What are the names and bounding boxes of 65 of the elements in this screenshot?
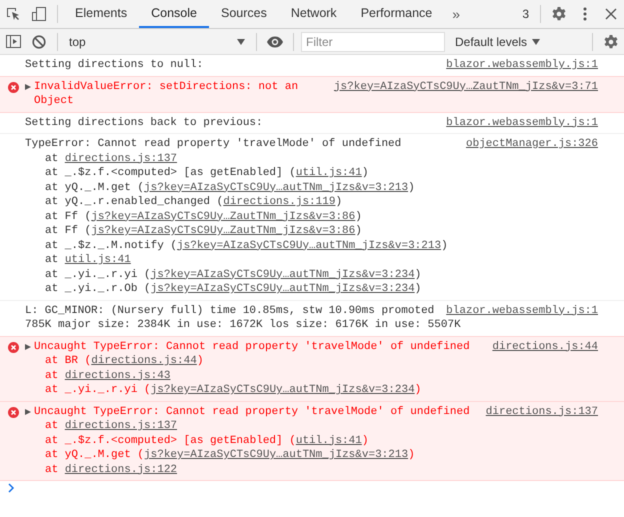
stack-line: at _.$z._.M.notify (js?key=AIzaSyCTsC9Uy…autTNm_jIzs&v=3:213) xyxy=(44,238,449,253)
source-link[interactable]: blazor.webassembly.js:1 xyxy=(446,304,598,318)
source-link[interactable]: blazor.webassembly.js:1 xyxy=(446,116,598,130)
source-link[interactable]: directions.js:137 xyxy=(64,152,178,164)
stack-line: at Ff (js?key=AIzaSyCTsC9Uy…ZautTNm_jIzs&v=3:86) xyxy=(44,224,363,238)
source-link[interactable]: js?key=AIzaSyCTsC9Uy…autTNm_jIzs&v=3:234 xyxy=(150,384,415,396)
stack-line: at directions.js:137 xyxy=(44,152,178,166)
source-link[interactable]: directions.js:122 xyxy=(64,464,178,476)
source-link[interactable]: js?key=AIzaSyCTsC9Uy…ZautTNm_jIzs&v=3:71 xyxy=(334,80,598,94)
filter-field[interactable]: Filter xyxy=(301,32,445,52)
stack-line: at _.$z.f.<computed> [as getEnabled] (util.js:41) xyxy=(44,166,370,180)
error-icon xyxy=(8,406,19,418)
source-link[interactable]: js?key=AIzaSyCTsC9Uy…autTNm_jIzs&v=3:213 xyxy=(144,449,408,461)
error-icon xyxy=(8,82,19,92)
tab[interactable]: Sources xyxy=(208,0,279,28)
stack-line: at directions.js:122 xyxy=(44,462,178,477)
stack-line: at BR (directions.js:44) xyxy=(44,354,204,368)
stack-line: at yQ._.r.enabled_changed (directions.js:119) xyxy=(44,195,344,210)
source-link[interactable]: js?key=AIzaSyCTsC9Uy…autTNm_jIzs&v=3:234 xyxy=(150,268,415,280)
source-link[interactable]: js?key=AIzaSyCTsC9Uy…ZautTNm_jIzs&v=3:86 xyxy=(91,225,356,237)
source-link[interactable]: objectManager.js:326 xyxy=(466,137,598,152)
message-text: L: GC_MINOR: (Nursery full) time 10.85ms, stw 10.90ms promoted xyxy=(25,304,436,318)
source-link[interactable]: js?key=AIzaSyCTsC9Uy…ZautTNm_jIzs&v=3:86 xyxy=(91,210,356,222)
message-text: Uncaught TypeError: Cannot read property 'travelMode' of undefined xyxy=(34,404,471,419)
source-link[interactable]: js?key=AIzaSyCTsC9Uy…autTNm_jIzs&v=3:213 xyxy=(144,182,408,194)
source-link[interactable]: util.js:41 xyxy=(296,434,362,446)
more-tabs-button[interactable]: » xyxy=(444,6,468,22)
stack-line: at _.yi._.r.yi (js?key=AIzaSyCTsC9Uy…autTNm_jIzs&v=3:234) xyxy=(44,268,422,282)
tab[interactable]: Elements xyxy=(63,0,140,28)
source-link[interactable]: directions.js:119 xyxy=(223,196,336,208)
stack-line: at yQ._.M.get (js?key=AIzaSyCTsC9Uy…autTNm_jIzs&v=3:213) xyxy=(44,180,416,195)
prompt-icon[interactable] xyxy=(8,483,15,493)
source-link[interactable]: directions.js:137 xyxy=(486,404,598,419)
context-dropdown[interactable]: top xyxy=(63,30,251,52)
source-link[interactable]: util.js:41 xyxy=(64,254,131,266)
source-link[interactable]: directions.js:137 xyxy=(64,420,178,432)
message-text: Setting directions back to previous: xyxy=(25,116,264,130)
source-link[interactable]: js?key=AIzaSyCTsC9Uy…autTNm_jIzs&v=3:213 xyxy=(177,240,442,252)
stack-line: at _.yi._.r.Ob (js?key=AIzaSyCTsC9Uy…autTNm_jIzs&v=3:234) xyxy=(44,282,422,296)
error-icon xyxy=(8,342,19,352)
tab[interactable]: Network xyxy=(278,0,349,28)
expand-icon[interactable] xyxy=(25,344,31,350)
stack-line: at Ff (js?key=AIzaSyCTsC9Uy…ZautTNm_jIzs&v=3:86) xyxy=(44,210,363,224)
stack-line: at directions.js:137 xyxy=(44,419,178,434)
message-text: Uncaught TypeError: Cannot read property 'travelMode' of undefined xyxy=(34,340,471,354)
source-link[interactable]: directions.js:43 xyxy=(64,370,170,382)
error-counter[interactable]: 3 xyxy=(519,7,529,21)
source-link[interactable]: js?key=AIzaSyCTsC9Uy…autTNm_jIzs&v=3:234 xyxy=(150,283,415,295)
levels-dropdown[interactable]: Default levels xyxy=(455,34,540,48)
source-link[interactable]: util.js:41 xyxy=(296,167,362,179)
source-link[interactable]: blazor.webassembly.js:1 xyxy=(446,58,598,72)
message-text: Setting directions to null: xyxy=(25,58,204,72)
stack-line: at util.js:41 xyxy=(44,253,132,268)
stack-line: at yQ._.M.get (js?key=AIzaSyCTsC9Uy…autTNm_jIzs&v=3:213) xyxy=(44,448,416,462)
stack-line: at _.$z.f.<computed> [as getEnabled] (util.js:41) xyxy=(44,434,370,448)
tab[interactable]: Performance xyxy=(348,0,444,28)
message-text: TypeError: Cannot read property 'travelMode' of undefined xyxy=(25,137,402,152)
stack-line: at directions.js:43 xyxy=(44,368,172,383)
message-text: 785K major size: 2384K in use: 1672K los size: 6176K in use: 5507K xyxy=(25,318,462,332)
stack-line: at _.yi._.r.yi (js?key=AIzaSyCTsC9Uy…autTNm_jIzs&v=3:234) xyxy=(44,383,422,398)
source-link[interactable]: directions.js:44 xyxy=(492,340,598,354)
expand-icon[interactable] xyxy=(25,408,31,414)
expand-icon[interactable] xyxy=(25,84,31,90)
source-link[interactable]: directions.js:44 xyxy=(91,355,197,367)
message-text: InvalidValueError: setDirections: not an Object xyxy=(34,80,300,108)
